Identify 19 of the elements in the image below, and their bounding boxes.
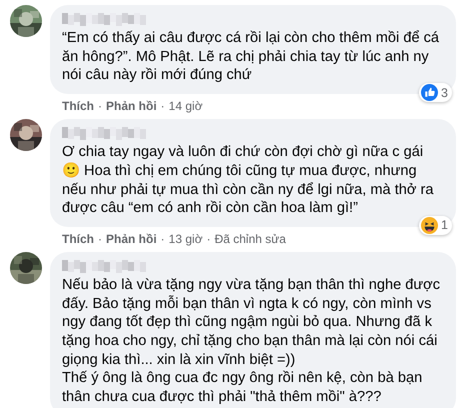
separator-dot: · — [98, 99, 102, 114]
reply-link[interactable]: Phản hồi — [106, 99, 157, 114]
timestamp: 13 giờ — [168, 232, 203, 246]
reaction-badge[interactable]: 3 — [419, 83, 452, 102]
reply-link[interactable]: Phản hồi — [106, 232, 157, 246]
like-link[interactable]: Thích — [62, 232, 94, 246]
timestamp: Đã chỉnh sửa — [214, 232, 286, 246]
thumbs-up-icon — [421, 84, 438, 102]
separator-dot: · — [98, 232, 102, 246]
like-link[interactable]: Thích — [62, 99, 94, 114]
separator-dot: · — [160, 99, 165, 114]
reaction-badge[interactable]: 1 — [419, 216, 452, 235]
comment-text: “Em có thấy ai câu được cá rồi lại còn cho thêm mồi để cá ăn hông?”. Mô Phật. Lẽ ra chị phải chia tay từ lúc anh ny nói câu này rồi mới đúng chứ — [62, 29, 440, 86]
timestamp: 14 giờ — [168, 99, 203, 114]
separator-dot: · — [206, 232, 211, 246]
comment-text: Ơ chia tay ngay và luôn đi chứ còn đợi chờ gì nữa c gái 🙂 Hoa thì chị em chúng tôi cũng tự mua được, nhưng nếu như phải tự mua thì còn cần ny để lgi nữa, mà thở ra được câu “em có anh rồi còn cần hoa làm gì!” — [62, 143, 434, 218]
laughing-face-icon — [421, 216, 438, 234]
separator-dot: · — [160, 232, 165, 246]
comment-text: Nếu bảo là vừa tặng ngy vừa tặng bạn thân thì nghe được đấy. Bảo tặng mỗi bạn thân vì ngta k có ngy, còn mình vs ngy đang tốt đẹp thì cũng ngậm ngùi bỏ qua. Nhưng đã k tặng hoa cho ngy, chỉ tặng cho bạn thân mà lại còn nói cái giọng kia thì... xin là xin vĩnh biệt =)) Thế ý ông là ông cua đc ngy ông rồi nên kệ, còn bà bạn thân chưa cua được thì phải "thả thêm mồi" à??? — [62, 276, 442, 407]
